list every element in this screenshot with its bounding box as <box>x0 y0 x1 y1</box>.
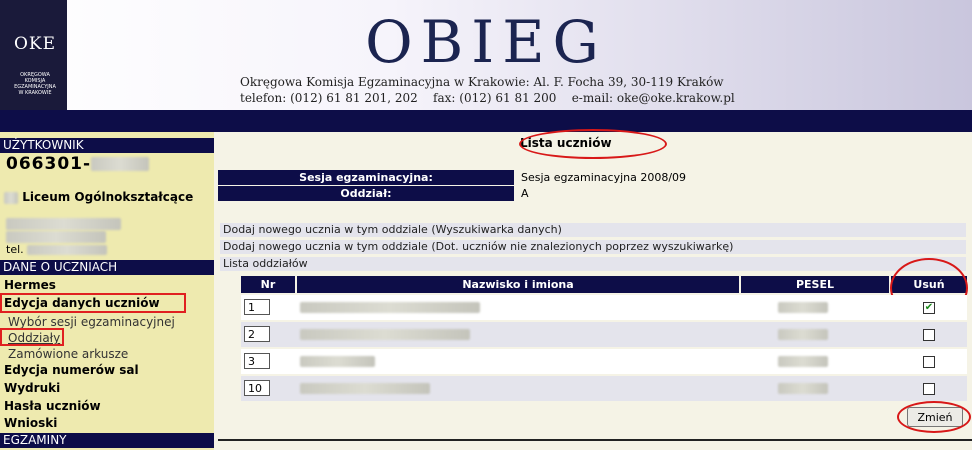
contact-line: telefon: (012) 61 81 201, 202 fax: (012)… <box>240 91 735 105</box>
app-title: OBIEG <box>365 8 607 76</box>
school: Liceum Ogólnokształcące <box>4 190 193 204</box>
school-name: Liceum Ogólnokształcące <box>22 190 194 204</box>
link-add-student-manual[interactable]: Dodaj nowego ucznia w tym oddziale (Dot.… <box>220 240 966 254</box>
nav-hermes[interactable]: Hermes <box>4 278 56 292</box>
highlight-ellipse-submit <box>897 401 971 433</box>
divider <box>218 439 972 441</box>
nr-input[interactable]: 3 <box>244 353 270 369</box>
redacted-name <box>300 383 430 394</box>
highlight-box-edit <box>0 293 186 313</box>
redacted-address <box>6 218 121 230</box>
phone: tel. <box>6 243 108 256</box>
nav-ordered-sheets[interactable]: Zamówione arkusze <box>8 347 128 361</box>
nr-input[interactable]: 1 <box>244 299 270 315</box>
nav-select-session[interactable]: Wybór sesji egzaminacyjnej <box>8 315 175 329</box>
redacted-school-prefix <box>4 191 18 204</box>
section-students-heading: DANE O UCZNIACH <box>0 260 214 275</box>
redacted-id <box>91 157 150 171</box>
col-header-pesel: PESEL <box>741 276 889 293</box>
user-heading: UŻYTKOWNIK <box>0 138 214 153</box>
user-id: 066301- <box>6 154 150 174</box>
nav-student-passwords[interactable]: Hasła uczniów <box>4 399 101 413</box>
redacted-pesel <box>778 383 828 394</box>
highlight-box-classes <box>0 328 64 346</box>
top-nav-bar <box>0 110 972 132</box>
link-add-student-search[interactable]: Dodaj nowego ucznia w tym oddziale (Wysz… <box>220 223 966 237</box>
section-exams-heading: EGZAMINY <box>0 433 214 448</box>
header: OKE OKRĘGOWA KOMISJA EGZAMINACYJNA W KRA… <box>0 0 972 110</box>
phone-prefix: tel. <box>6 243 24 256</box>
col-header-nr: Nr <box>241 276 295 293</box>
redacted-name <box>300 302 480 313</box>
session-label: Sesja egzaminacyjna: <box>218 170 514 185</box>
address-line: Okręgowa Komisja Egzaminacyjna w Krakowi… <box>240 75 724 89</box>
redacted-phone <box>27 245 108 255</box>
link-class-list[interactable]: Lista oddziałów <box>220 257 966 271</box>
class-label: Oddział: <box>218 186 514 201</box>
user-id-text: 066301- <box>6 154 92 174</box>
delete-checkbox[interactable] <box>923 356 935 368</box>
nav-room-numbers[interactable]: Edycja numerów sal <box>4 363 139 377</box>
redacted-pesel <box>778 356 828 367</box>
redacted-name <box>300 356 375 367</box>
redacted-pesel <box>778 329 828 340</box>
nav-applications[interactable]: Wnioski <box>4 416 57 430</box>
redacted-city <box>6 231 106 243</box>
delete-checkbox[interactable] <box>923 329 935 341</box>
delete-checkbox[interactable]: ✔ <box>923 302 935 314</box>
redacted-pesel <box>778 302 828 313</box>
delete-checkbox[interactable] <box>923 383 935 395</box>
nav-printouts[interactable]: Wydruki <box>4 381 60 395</box>
sidebar: UŻYTKOWNIK 066301- Liceum Ogólnokształcą… <box>0 132 214 450</box>
highlight-ellipse-title <box>519 129 667 159</box>
class-value: A <box>521 187 529 200</box>
redacted-name <box>300 329 470 340</box>
nr-input[interactable]: 10 <box>244 380 270 396</box>
session-value: Sesja egzaminacyjna 2008/09 <box>521 171 687 184</box>
nr-input[interactable]: 2 <box>244 326 270 342</box>
col-header-name: Nazwisko i imiona <box>297 276 739 293</box>
